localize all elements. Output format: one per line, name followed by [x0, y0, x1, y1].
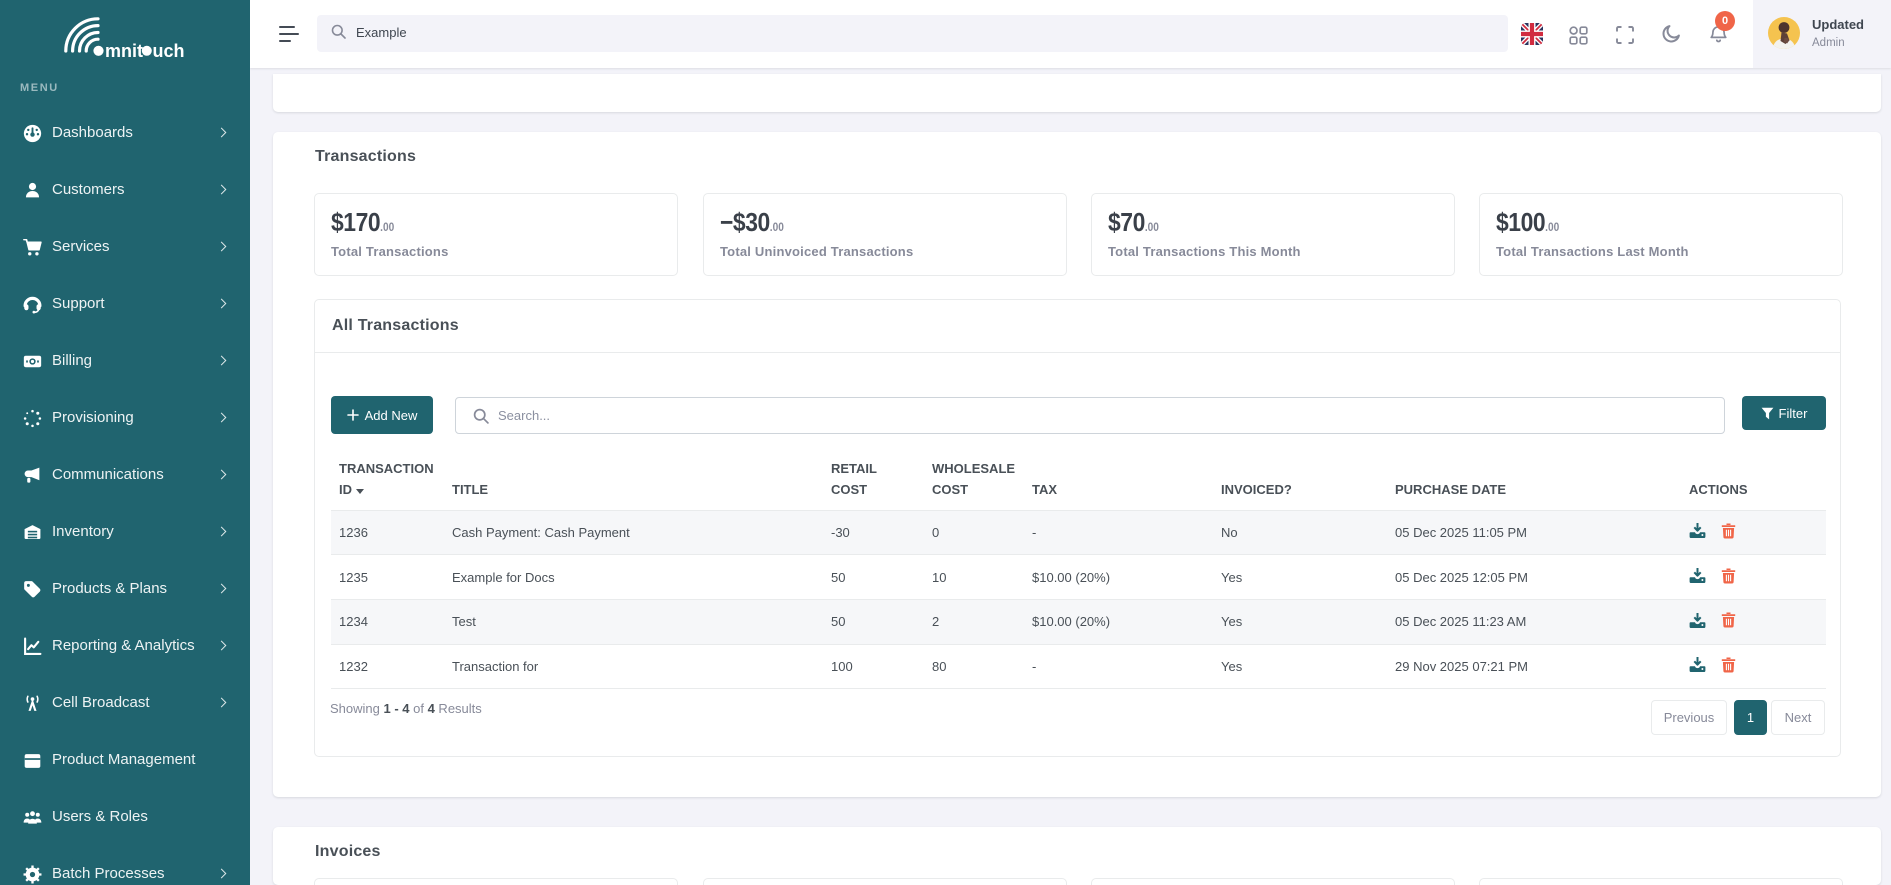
svg-text:mnit: mnit	[105, 41, 143, 61]
svg-text:uch: uch	[153, 41, 185, 61]
